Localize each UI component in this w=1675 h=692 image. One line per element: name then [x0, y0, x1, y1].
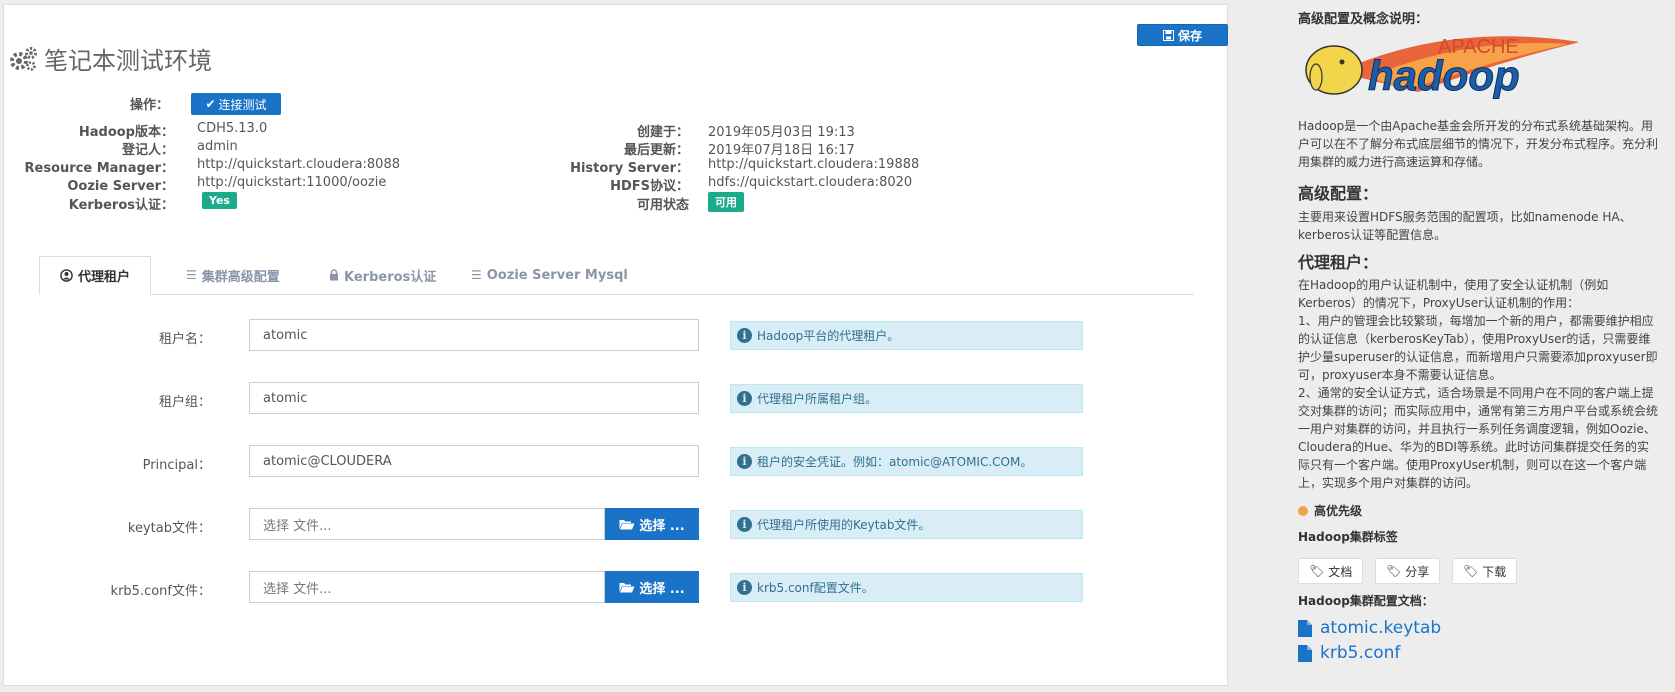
sidebar-heading: 高级配置及概念说明：	[1298, 12, 1429, 27]
info-label: HDFS协议：	[610, 179, 689, 194]
priority-dot-icon	[1298, 505, 1308, 516]
info-icon: i	[737, 328, 752, 343]
tab-bar: 代理租户 ☰ 集群高级配置 Kerberos认证 ☰ Oozie Server …	[39, 256, 1194, 295]
availability-badge: 可用	[708, 192, 744, 212]
info-value: http://quickstart.cloudera:19888	[708, 157, 920, 172]
tags-title: Hadoop集群标签	[1298, 530, 1398, 544]
list-icon: ☰	[471, 268, 482, 282]
info-label: 最后更新：	[623, 143, 689, 158]
principal-hint: i 租户的安全凭证。例如：atomic@ATOMIC.COM。	[730, 447, 1083, 476]
info-label: 登记人：	[121, 143, 174, 158]
doc-link-keytab[interactable]: atomic.keytab	[1298, 618, 1441, 638]
info-value: 2019年07月18日 16:17	[708, 143, 855, 158]
keytab-choose-button[interactable]: 选择 ...	[605, 508, 699, 540]
info-label: Hadoop版本：	[78, 125, 174, 140]
file-icon	[1298, 619, 1312, 637]
info-value: 2019年05月03日 19:13	[708, 125, 855, 140]
connect-test-label: 连接测试	[218, 97, 267, 112]
proxy-title: 代理租户：	[1298, 253, 1379, 272]
doc-link-krb5[interactable]: krb5.conf	[1298, 643, 1400, 663]
tab-label: Oozie Server Mysql	[486, 267, 628, 283]
tenant-name-hint: i Hadoop平台的代理租户。	[730, 321, 1083, 350]
docs-title: Hadoop集群配置文档：	[1298, 594, 1434, 608]
logo-hadoop-text: hadoop	[1368, 52, 1520, 99]
keytab-label: keytab文件：	[127, 521, 211, 536]
tab-proxy-tenant[interactable]: 代理租户	[39, 256, 152, 295]
advanced-title: 高级配置：	[1298, 184, 1379, 203]
save-label: 保存	[1177, 28, 1202, 43]
folder-open-icon	[619, 583, 635, 593]
tag-download-button[interactable]: 🏷 下载	[1452, 558, 1518, 584]
file-icon	[1298, 644, 1312, 662]
info-label: 可用状态	[636, 198, 689, 213]
keytab-file-input[interactable]: 选择 文件...	[249, 508, 605, 540]
sidebar-intro: Hadoop是一个由Apache基金会所开发的分布式系统基础架构。用户可以在不了…	[1298, 119, 1659, 169]
gears-icon	[10, 46, 37, 71]
tenant-group-input[interactable]: atomic	[249, 382, 699, 414]
proxy-text: 在Hadoop的用户认证机制中，使用了安全认证机制（例如Kerberos）的情况…	[1298, 278, 1659, 490]
page-title-text: 笔记本测试环境	[44, 47, 212, 75]
floppy-disk-icon	[1162, 29, 1174, 41]
list-icon: ☰	[186, 268, 197, 282]
save-button[interactable]: 保存	[1137, 24, 1228, 46]
krb5-label: krb5.conf文件：	[110, 584, 211, 599]
tab-oozie-mysql[interactable]: ☰ Oozie Server Mysql	[471, 256, 628, 294]
info-value: http://quickstart.cloudera:8088	[197, 157, 400, 172]
tab-label: Kerberos认证	[344, 269, 437, 285]
krb5-choose-button[interactable]: 选择 ...	[605, 571, 699, 603]
tag-icon: 🏷	[1386, 564, 1402, 578]
info-label: Kerberos认证：	[68, 198, 174, 213]
tenant-name-input[interactable]: atomic	[249, 319, 699, 351]
krb5-hint: i krb5.conf配置文件。	[730, 573, 1083, 602]
lock-icon	[330, 269, 338, 281]
user-circle-icon	[60, 269, 73, 282]
info-value: admin	[197, 139, 238, 154]
operations-label: 操作：	[130, 98, 170, 113]
tab-kerberos[interactable]: Kerberos认证	[329, 256, 436, 294]
krb5-file-input[interactable]: 选择 文件...	[249, 571, 605, 603]
principal-input[interactable]: atomic@CLOUDERA	[249, 445, 699, 477]
priority-indicator: 高优先级	[1298, 502, 1362, 519]
check-icon: ✔	[205, 97, 216, 111]
tab-label: 集群高级配置	[201, 269, 280, 285]
tag-icon: 🏷	[1463, 564, 1479, 578]
tab-label: 代理租户	[78, 270, 131, 285]
info-icon: i	[737, 517, 752, 532]
info-label: Oozie Server：	[67, 179, 174, 194]
tenant-name-label: 租户名：	[158, 332, 211, 347]
tag-doc-button[interactable]: 🏷 文档	[1298, 558, 1364, 584]
info-icon: i	[737, 454, 752, 469]
hadoop-logo: APACHE hadoop	[1305, 36, 1578, 100]
info-label: History Server：	[570, 161, 689, 176]
advanced-text: 主要用来设置HDFS服务范围的配置项，比如namenode HA、kerbero…	[1298, 210, 1632, 242]
tenant-group-label: 租户组：	[158, 395, 211, 410]
info-label: Resource Manager：	[24, 161, 174, 176]
principal-label: Principal：	[142, 458, 211, 473]
tag-icon: 🏷	[1309, 564, 1325, 578]
info-icon: i	[737, 580, 752, 595]
tenant-group-hint: i 代理租户所属租户组。	[730, 384, 1083, 413]
tag-share-button[interactable]: 🏷 分享	[1375, 558, 1441, 584]
info-value: http://quickstart:11000/oozie	[197, 175, 387, 190]
main-panel: 保存 笔记本测试环境 操作： ✔ 连接测试 Hadoop版本： CDH5.13.…	[3, 4, 1228, 686]
info-value: CDH5.13.0	[197, 121, 268, 136]
kerberos-badge: Yes	[202, 192, 237, 209]
keytab-hint: i 代理租户所使用的Keytab文件。	[730, 510, 1083, 539]
connect-test-button[interactable]: ✔ 连接测试	[191, 93, 281, 115]
page-title: 笔记本测试环境	[8, 41, 212, 76]
info-value: hdfs://quickstart.cloudera:8020	[708, 175, 913, 190]
folder-open-icon	[619, 520, 635, 530]
tab-cluster-advanced[interactable]: ☰ 集群高级配置	[186, 256, 280, 294]
info-icon: i	[737, 391, 752, 406]
info-label: 创建于：	[636, 125, 689, 140]
